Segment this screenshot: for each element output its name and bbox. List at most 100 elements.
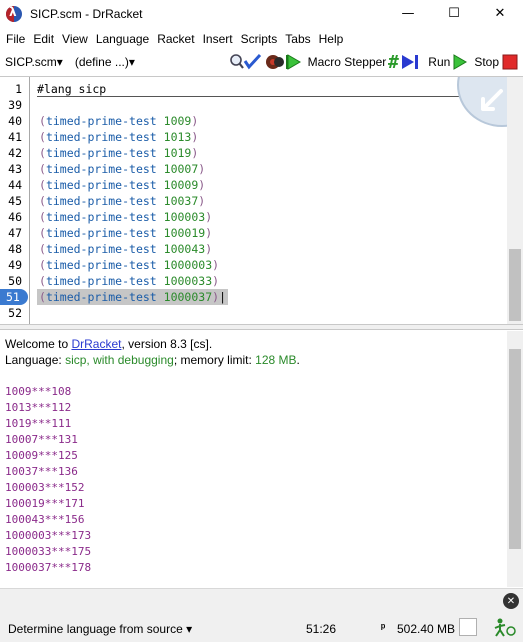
output-line: 1019***111 xyxy=(5,417,72,430)
code-line: (timed-prime-test 1013) xyxy=(39,130,199,144)
welcome-suffix: , version 8.3 [cs]. xyxy=(121,337,213,351)
definitions-editor[interactable]: 1 39 40 41 42 43 44 45 46 47 48 49 50 51… xyxy=(0,76,523,325)
output-line: 1000037***178 xyxy=(5,561,92,574)
function-name: timed-prime-test xyxy=(45,226,157,240)
argument: 1000037 xyxy=(163,290,213,304)
menu-view[interactable]: View xyxy=(58,32,92,46)
red-stop-icon[interactable] xyxy=(501,52,519,72)
output-line: 1013***112 xyxy=(5,401,72,414)
line-number-active: 51 xyxy=(0,289,28,305)
status-bar: ✕ Determine language from source ▾ 51:26… xyxy=(0,588,523,642)
green-play-icon[interactable] xyxy=(452,52,468,72)
argument: 1013 xyxy=(163,130,192,144)
line-number: 49 xyxy=(8,258,22,272)
function-name: timed-prime-test xyxy=(45,178,157,192)
code-line: (timed-prime-test 100003) xyxy=(39,210,213,224)
close-icon[interactable]: ✕ xyxy=(503,593,519,609)
language-selector[interactable]: Determine language from source ▾ xyxy=(8,622,192,636)
menu-racket[interactable]: Racket xyxy=(153,32,198,46)
code-line: (timed-prime-test 1000033) xyxy=(39,274,220,288)
code-line: (timed-prime-test 10007) xyxy=(39,162,206,176)
argument: 10037 xyxy=(163,194,199,208)
argument: 1019 xyxy=(163,146,192,160)
window-title: SICP.scm - DrRacket xyxy=(30,6,143,21)
interactions-pane[interactable]: Welcome to DrRacket, version 8.3 [cs]. L… xyxy=(0,331,523,587)
menu-insert[interactable]: Insert xyxy=(199,32,237,46)
output-line: 100019***171 xyxy=(5,497,85,510)
line-number: 50 xyxy=(8,274,22,288)
drracket-link[interactable]: DrRacket xyxy=(71,337,121,351)
file-selector[interactable]: SICP.scm▾ xyxy=(5,55,63,69)
line-number: 42 xyxy=(8,146,22,160)
function-name: timed-prime-test xyxy=(45,242,157,256)
code-line: (timed-prime-test 10037) xyxy=(39,194,206,208)
line-number: 44 xyxy=(8,178,22,192)
line-number: 1 xyxy=(15,82,22,96)
language-prefix: Language: xyxy=(5,353,66,367)
menu-file[interactable]: File xyxy=(2,32,29,46)
lang-directive: #lang sicp xyxy=(37,82,107,96)
code-line: (timed-prime-test 1009) xyxy=(39,114,199,128)
toolbar: SICP.scm▾ (define ...)▾ Macro Stepper # xyxy=(0,50,523,74)
menu-help[interactable]: Help xyxy=(315,32,348,46)
hash-step-icon[interactable]: # xyxy=(388,52,422,72)
define-selector[interactable]: (define ...)▾ xyxy=(75,55,135,69)
memory-prefix: ; memory limit: xyxy=(173,353,256,367)
function-name: timed-prime-test xyxy=(45,194,157,208)
bug-debug-icon[interactable] xyxy=(264,52,302,72)
argument: 10007 xyxy=(163,162,199,176)
code-line: (timed-prime-test 1000003) xyxy=(39,258,220,272)
menu-tabs[interactable]: Tabs xyxy=(281,32,314,46)
scrollbar-thumb[interactable] xyxy=(509,349,521,549)
recycle-runner-icon[interactable] xyxy=(492,617,516,640)
status-indicator-box xyxy=(459,618,477,636)
line-number: 45 xyxy=(8,194,22,208)
function-name: timed-prime-test xyxy=(45,130,157,144)
function-name: timed-prime-test xyxy=(45,162,157,176)
code-area[interactable]: #lang sicp (timed-prime-test 1009) (time… xyxy=(31,77,507,325)
menu-edit[interactable]: Edit xyxy=(29,32,58,46)
drracket-icon xyxy=(6,5,22,22)
maximize-button[interactable]: ☐ xyxy=(431,0,477,27)
output-line: 100043***156 xyxy=(5,513,85,526)
interactions-scrollbar[interactable] xyxy=(507,331,523,587)
line-number: 46 xyxy=(8,210,22,224)
title-bar: SICP.scm - DrRacket — ☐ ✕ xyxy=(0,0,523,27)
macro-stepper-button[interactable]: Macro Stepper xyxy=(308,55,387,69)
definitions-scrollbar[interactable] xyxy=(507,77,523,325)
code-line: (timed-prime-test 100043) xyxy=(39,242,213,256)
welcome-prefix: Welcome to xyxy=(5,337,72,351)
output-line: 10009***125 xyxy=(5,449,78,462)
function-name: timed-prime-test xyxy=(45,258,157,272)
memory-usage[interactable]: 502.40 MB xyxy=(397,622,455,636)
cursor-position: 51:26 xyxy=(306,622,337,636)
output-line: 1000003***173 xyxy=(5,529,92,542)
menu-scripts[interactable]: Scripts xyxy=(237,32,282,46)
minimize-button[interactable]: — xyxy=(385,0,431,27)
scrollbar-thumb[interactable] xyxy=(509,249,521,321)
argument: 100003 xyxy=(163,210,206,224)
close-button[interactable]: ✕ xyxy=(477,0,523,27)
function-name: timed-prime-test xyxy=(45,146,157,160)
line-number: 43 xyxy=(8,162,22,176)
output-line: 10007***131 xyxy=(5,433,78,446)
stop-button[interactable]: Stop xyxy=(474,55,499,69)
argument: 1000033 xyxy=(163,274,213,288)
function-name: timed-prime-test xyxy=(45,210,157,224)
welcome-message: Welcome to DrRacket, version 8.3 [cs]. L… xyxy=(5,336,300,368)
language-value: sicp, with debugging xyxy=(65,353,174,367)
output-line: 1000033***175 xyxy=(5,545,92,558)
output-line: 100003***152 xyxy=(5,481,85,494)
pane-splitter[interactable] xyxy=(0,324,523,330)
menu-language[interactable]: Language xyxy=(92,32,153,46)
line-number: 48 xyxy=(8,242,22,256)
function-name: timed-prime-test xyxy=(45,114,157,128)
argument: 1009 xyxy=(163,114,192,128)
memory-value: 128 MB xyxy=(255,353,297,367)
line-number-gutter: 1 39 40 41 42 43 44 45 46 47 48 49 50 51… xyxy=(0,77,30,325)
magnifier-check-icon[interactable] xyxy=(228,52,262,72)
code-line: (timed-prime-test 10009) xyxy=(39,178,206,192)
run-button[interactable]: Run xyxy=(428,55,450,69)
menu-bar: File Edit View Language Racket Insert Sc… xyxy=(0,29,347,49)
argument: 100019 xyxy=(163,226,206,240)
